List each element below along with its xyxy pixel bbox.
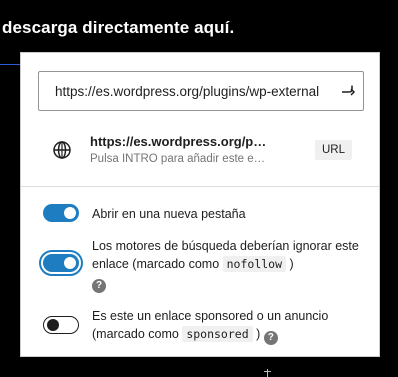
sponsored-toggle[interactable] xyxy=(43,316,79,334)
settings-divider xyxy=(21,186,379,187)
link-suggestion[interactable]: https://es.wordpress.org/p… Pulsa INTRO … xyxy=(38,123,364,175)
editor-canvas: descarga directamente aquí. https://es.w… xyxy=(0,0,398,377)
suggestion-type-badge: URL xyxy=(315,140,353,160)
open-new-tab-label: Abrir en una nueva pestaña xyxy=(92,207,246,221)
help-icon[interactable]: ? xyxy=(263,331,278,345)
nofollow-code: nofollow xyxy=(222,256,287,272)
url-input[interactable] xyxy=(39,72,331,110)
sponsored-label-end: ) xyxy=(252,327,261,341)
open-new-tab-toggle[interactable] xyxy=(43,204,79,222)
nofollow-toggle[interactable] xyxy=(39,250,83,276)
submit-button[interactable] xyxy=(335,78,361,104)
url-input-container xyxy=(38,71,364,111)
background-heading: descarga directamente aquí. xyxy=(2,18,235,37)
enter-return-icon xyxy=(342,85,356,96)
help-icon[interactable]: ? xyxy=(92,279,106,293)
toggle-knob xyxy=(64,207,76,219)
globe-icon xyxy=(53,141,71,159)
nofollow-label: Los motores de búsqueda deberían ignorar… xyxy=(92,237,362,293)
toggle-knob xyxy=(64,257,76,269)
block-inserter-caret[interactable] xyxy=(264,369,271,377)
sponsored-label: Es este un enlace sponsored o un anuncio… xyxy=(92,307,362,345)
suggestion-title: https://es.wordpress.org/p… xyxy=(90,134,267,149)
nofollow-label-end: ) xyxy=(286,257,294,271)
editor-divider xyxy=(0,64,20,65)
toggle-knob xyxy=(46,318,59,331)
suggestion-info: Pulsa INTRO para añadir este e… xyxy=(90,153,266,165)
sponsored-code: sponsored xyxy=(182,326,253,342)
link-control-popover: https://es.wordpress.org/p… Pulsa INTRO … xyxy=(20,52,380,357)
